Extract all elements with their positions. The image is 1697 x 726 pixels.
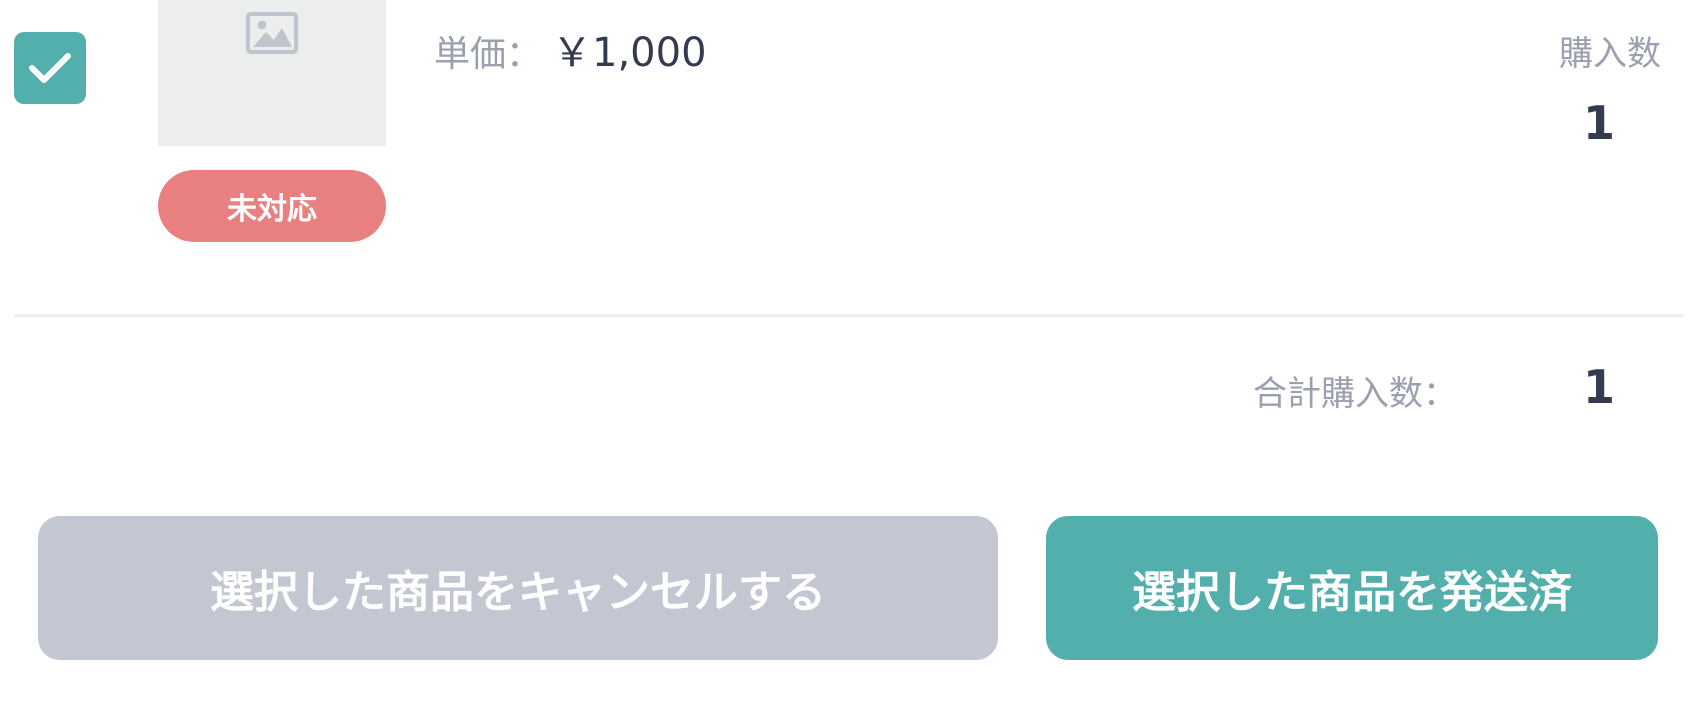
checkmark-icon: [29, 53, 71, 83]
unit-price-value: ￥1,000: [552, 30, 707, 76]
item-select-checkbox[interactable]: [14, 32, 86, 104]
divider: [14, 314, 1684, 317]
status-badge: 未対応: [158, 170, 386, 242]
mark-shipped-button[interactable]: 選択した商品を発送済: [1046, 516, 1658, 660]
image-placeholder-icon: [246, 12, 298, 54]
cancel-selected-button[interactable]: 選択した商品をキャンセルする: [38, 516, 998, 660]
unit-price: 単価： ￥1,000: [434, 20, 707, 78]
product-image-placeholder: [158, 0, 386, 146]
quantity-value: 1: [1582, 96, 1615, 150]
total-quantity-label: 合計購入数：: [1253, 374, 1457, 414]
unit-price-label: 単価：: [434, 34, 543, 75]
quantity-label: 購入数: [1559, 34, 1661, 74]
total-quantity-value: 1: [1582, 360, 1615, 414]
